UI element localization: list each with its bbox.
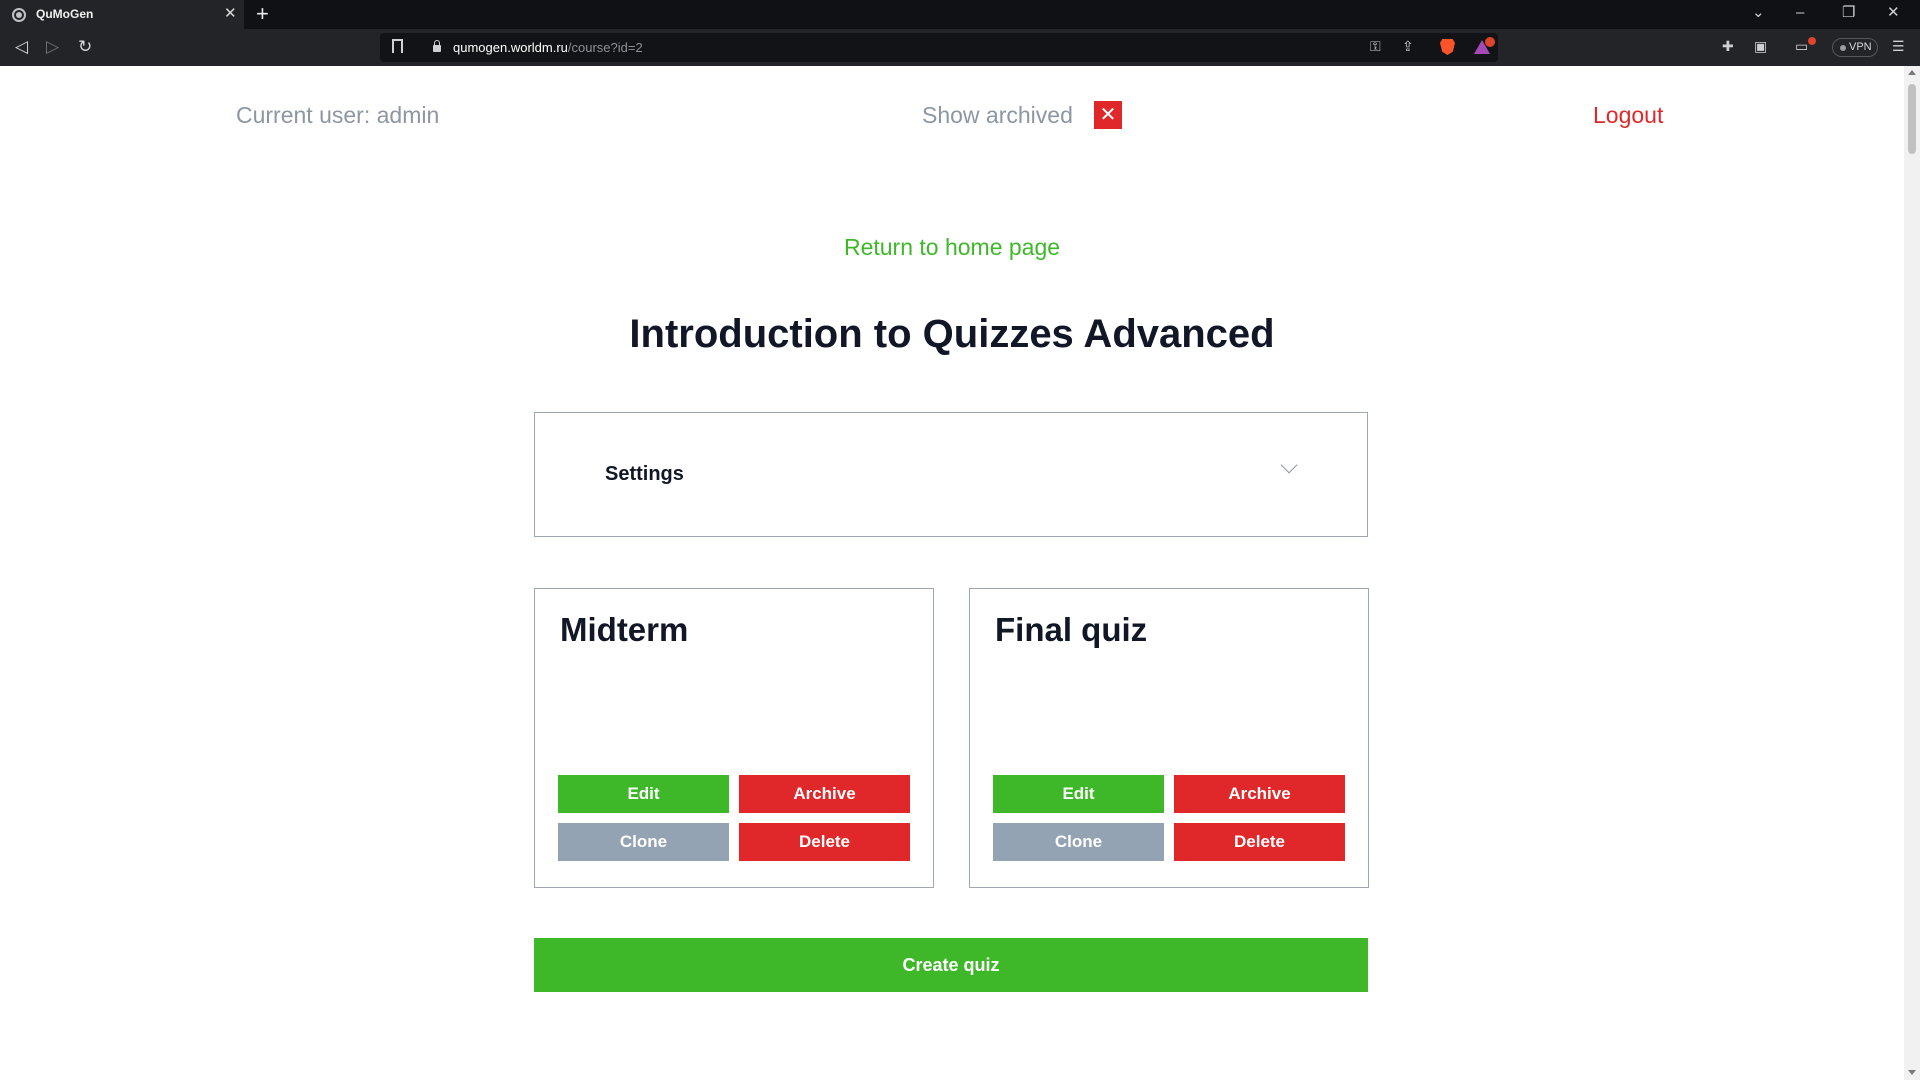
browser-tab-active[interactable]: QuMoGen ✕ bbox=[0, 0, 244, 29]
back-icon[interactable]: ◁ bbox=[15, 38, 28, 56]
window-close-icon[interactable]: ✕ bbox=[1887, 4, 1900, 22]
key-icon[interactable]: ⚿ bbox=[1370, 38, 1381, 54]
quiz-title: Midterm bbox=[560, 611, 689, 648]
url-text[interactable]: qumogen.worldm.ru/course?id=2 bbox=[453, 40, 643, 55]
delete-button[interactable]: Delete bbox=[739, 823, 910, 861]
lock-icon[interactable] bbox=[433, 40, 441, 52]
scrollbar-thumb[interactable] bbox=[1908, 84, 1916, 154]
page-content bbox=[0, 66, 1904, 1080]
sidebar-icon[interactable]: ▣ bbox=[1754, 38, 1767, 54]
url-path: /course?id=2 bbox=[567, 40, 643, 55]
archive-button[interactable]: Archive bbox=[739, 775, 910, 813]
browser-tab-strip: QuMoGen ✕ + ⌄ – ❐ ✕ bbox=[0, 0, 1920, 29]
vpn-button[interactable]: VPN bbox=[1832, 38, 1878, 57]
vpn-label: VPN bbox=[1849, 41, 1872, 53]
quiz-title: Final quiz bbox=[995, 611, 1148, 648]
menu-icon[interactable]: ☰ bbox=[1892, 38, 1905, 54]
rewards-badge bbox=[1485, 37, 1495, 47]
page-title: Introduction to Quizzes Advanced bbox=[629, 312, 1275, 356]
show-archived-toggle[interactable]: ✕ bbox=[1094, 101, 1122, 129]
clone-button[interactable]: Clone bbox=[993, 823, 1164, 861]
tab-close-icon[interactable]: ✕ bbox=[224, 5, 237, 23]
share-icon[interactable]: ⇪ bbox=[1402, 38, 1414, 54]
close-icon: ✕ bbox=[1099, 104, 1117, 126]
edit-button[interactable]: Edit bbox=[558, 775, 729, 813]
scroll-down-icon[interactable] bbox=[1908, 1070, 1916, 1075]
create-quiz-button[interactable]: Create quiz bbox=[534, 938, 1368, 992]
site-favicon-icon bbox=[12, 8, 26, 22]
current-user-label: Current user: admin bbox=[236, 102, 440, 128]
wallet-badge bbox=[1808, 37, 1816, 45]
settings-label: Settings bbox=[605, 463, 684, 485]
reload-icon[interactable]: ↻ bbox=[78, 38, 92, 56]
tab-title: QuMoGen bbox=[36, 7, 94, 21]
browser-toolbar: ◁ ▷ ↻ bbox=[0, 29, 1920, 66]
url-host: qumogen.worldm.ru bbox=[453, 40, 568, 55]
extensions-icon[interactable]: ✚ bbox=[1722, 38, 1734, 54]
forward-icon[interactable]: ▷ bbox=[46, 38, 59, 56]
scrollbar-track[interactable] bbox=[1904, 66, 1920, 1080]
clone-button[interactable]: Clone bbox=[558, 823, 729, 861]
delete-button[interactable]: Delete bbox=[1174, 823, 1345, 861]
edit-button[interactable]: Edit bbox=[993, 775, 1164, 813]
quiz-card-final: Final quiz Edit Archive Clone Delete bbox=[969, 588, 1369, 888]
scroll-up-icon[interactable] bbox=[1908, 70, 1916, 75]
minimize-icon[interactable]: – bbox=[1796, 4, 1804, 22]
show-archived-label: Show archived bbox=[922, 102, 1073, 128]
return-home-link[interactable]: Return to home page bbox=[844, 234, 1060, 260]
archive-button[interactable]: Archive bbox=[1174, 775, 1345, 813]
tab-search-icon[interactable]: ⌄ bbox=[1752, 4, 1765, 22]
chevron-down-icon[interactable] bbox=[1280, 456, 1298, 474]
wallet-icon[interactable]: ▭ bbox=[1795, 38, 1808, 54]
restore-icon[interactable]: ❐ bbox=[1842, 4, 1855, 22]
bookmark-icon[interactable] bbox=[392, 39, 403, 53]
new-tab-icon[interactable]: + bbox=[256, 2, 269, 26]
settings-accordion[interactable]: Settings bbox=[534, 412, 1368, 537]
home-link-row: Return to home page bbox=[0, 234, 1904, 261]
logout-link[interactable]: Logout bbox=[1593, 102, 1663, 129]
vpn-status-dot bbox=[1840, 45, 1846, 51]
quiz-card-midterm: Midterm Edit Archive Clone Delete bbox=[534, 588, 934, 888]
